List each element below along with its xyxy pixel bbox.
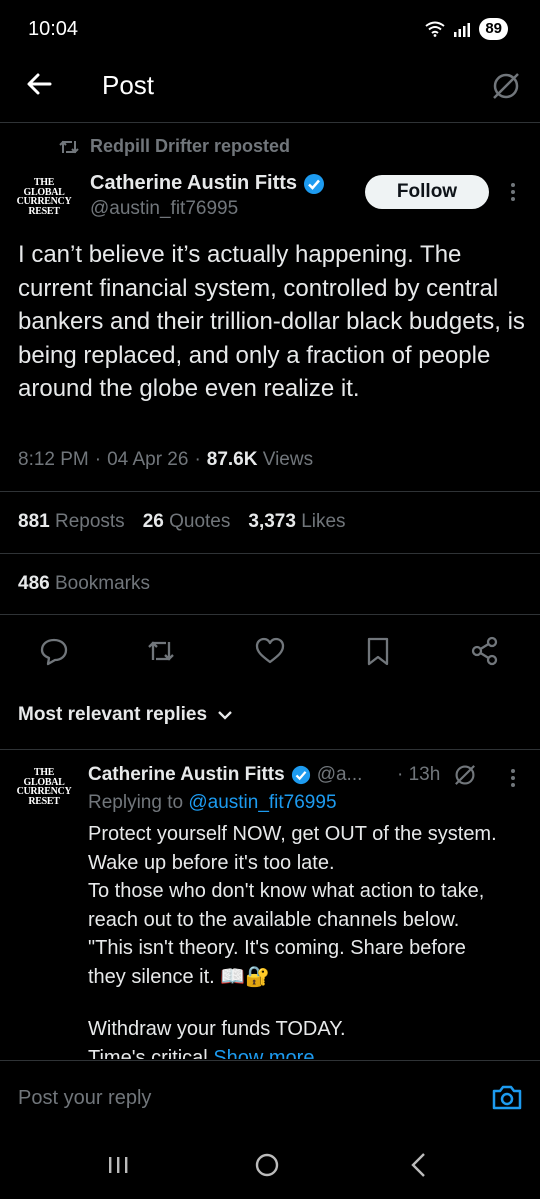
grok-icon[interactable] [452, 762, 478, 788]
more-options-icon[interactable] [503, 766, 523, 790]
reposts-count: 881 [18, 511, 50, 532]
reply-truncated-line: Time's critical Show more [88, 1047, 314, 1059]
avatar-text-line: RESET [28, 205, 60, 217]
reply-time: · 13h [397, 764, 441, 785]
status-time: 10:04 [28, 18, 79, 40]
reply-line: reach out to the available channels belo… [88, 908, 460, 931]
quotes-count: 26 [142, 511, 164, 532]
avatar-text-line: THE GLOBAL [23, 767, 65, 788]
wifi-icon [425, 21, 445, 37]
reposts-label: Reposts [54, 511, 125, 532]
bookmarks-count: 486 [18, 573, 50, 594]
reply-line: they silence it. 📖🔐 [88, 965, 271, 988]
replying-to-handle[interactable]: @austin_fit76995 [188, 792, 336, 813]
quotes-label: Quotes [169, 511, 231, 532]
reply-icon[interactable] [37, 634, 71, 668]
avatar-text-line: RESET [28, 795, 60, 807]
like-heart-icon[interactable] [253, 634, 287, 668]
engagement-stats: 881 Reposts 26 Quotes 3,373 Likes [18, 511, 346, 533]
views-label: Views [262, 449, 314, 470]
meta-separator: · [194, 449, 201, 470]
reposts-stat[interactable]: 881 Reposts [18, 511, 125, 533]
reply-line: Protect yourself NOW, get OUT of the sys… [88, 823, 497, 845]
meta-separator: · [94, 449, 102, 470]
bookmark-icon[interactable] [361, 634, 395, 668]
reply-input[interactable]: Post your reply [18, 1087, 151, 1110]
likes-stat[interactable]: 3,373 Likes [248, 511, 345, 533]
replies-sort-label: Most relevant replies [18, 704, 208, 725]
likes-label: Likes [301, 511, 346, 532]
more-options-icon[interactable] [503, 180, 523, 204]
verified-badge-icon [291, 765, 311, 785]
header-divider [0, 122, 540, 123]
reply-line: To those who don't know what action to t… [88, 880, 485, 902]
tweet-text: I can’t believe it’s actually happening.… [18, 241, 525, 402]
page-title: Post [102, 70, 155, 100]
repost-icon[interactable] [144, 634, 178, 668]
battery-indicator: 89 [479, 18, 508, 40]
repost-context: Redpill Drifter reposted [58, 136, 290, 157]
signal-icon [453, 21, 471, 37]
reply-text: Protect yourself NOW, get OUT of the sys… [88, 820, 528, 991]
show-more-link[interactable]: Show more [213, 1047, 314, 1059]
camera-icon[interactable] [490, 1080, 524, 1114]
repost-label: Redpill Drifter reposted [90, 136, 291, 156]
reply-partial-text: Time's critical [88, 1047, 208, 1059]
bookmarks-label: Bookmarks [54, 573, 151, 594]
tweet-date: 04 Apr 26 [107, 449, 189, 470]
back-nav-icon[interactable] [402, 1148, 436, 1182]
verified-badge-icon [303, 173, 325, 195]
replies-divider [0, 749, 540, 750]
author-handle[interactable]: @austin_fit76995 [90, 198, 238, 220]
author-name-text: Catherine Austin Fitts [90, 172, 298, 194]
meta-divider [0, 491, 540, 492]
back-arrow-icon[interactable] [24, 68, 56, 100]
likes-count: 3,373 [248, 511, 296, 532]
tweet-time: 8:12 PM [18, 449, 89, 470]
reply-line: Withdraw your funds TODAY. [88, 1018, 346, 1040]
home-icon[interactable] [250, 1148, 284, 1182]
reply-author[interactable]: Catherine Austin Fitts @a... [88, 764, 362, 786]
reply-author-name: Catherine Austin Fitts [88, 764, 285, 785]
share-icon[interactable] [468, 634, 502, 668]
replying-to-prefix: Replying to [88, 792, 184, 813]
reply-author-handle: @a... [316, 764, 363, 785]
views-count: 87.6K [206, 449, 258, 470]
bookmarks-divider [0, 614, 540, 615]
grok-icon[interactable] [489, 69, 523, 103]
bookmarks-stat[interactable]: 486 Bookmarks [18, 573, 150, 595]
reply-line: Wake up before it's too late. [88, 851, 335, 874]
avatar-text-line: THE GLOBAL [23, 177, 65, 198]
avatar[interactable]: THE GLOBAL CURRENCY RESET [14, 178, 74, 238]
replies-sort-dropdown[interactable]: Most relevant replies [18, 704, 233, 726]
stats-divider [0, 553, 540, 554]
chevron-down-icon [217, 709, 233, 721]
repost-icon [58, 138, 80, 156]
quotes-stat[interactable]: 26 Quotes [143, 511, 231, 533]
recent-apps-icon[interactable] [101, 1148, 135, 1182]
tweet-meta: 8:12 PM · 04 Apr 26 · 87.6K Views [18, 449, 313, 471]
reply-avatar[interactable]: THE GLOBAL CURRENCY RESET [14, 768, 74, 828]
replying-to: Replying to @austin_fit76995 [88, 792, 337, 814]
follow-button[interactable]: Follow [365, 175, 489, 209]
author-name[interactable]: Catherine Austin Fitts [90, 172, 325, 195]
status-icons: 89 [425, 18, 508, 40]
reply-line: "This isn't theory. It's coming. Share b… [88, 937, 466, 959]
